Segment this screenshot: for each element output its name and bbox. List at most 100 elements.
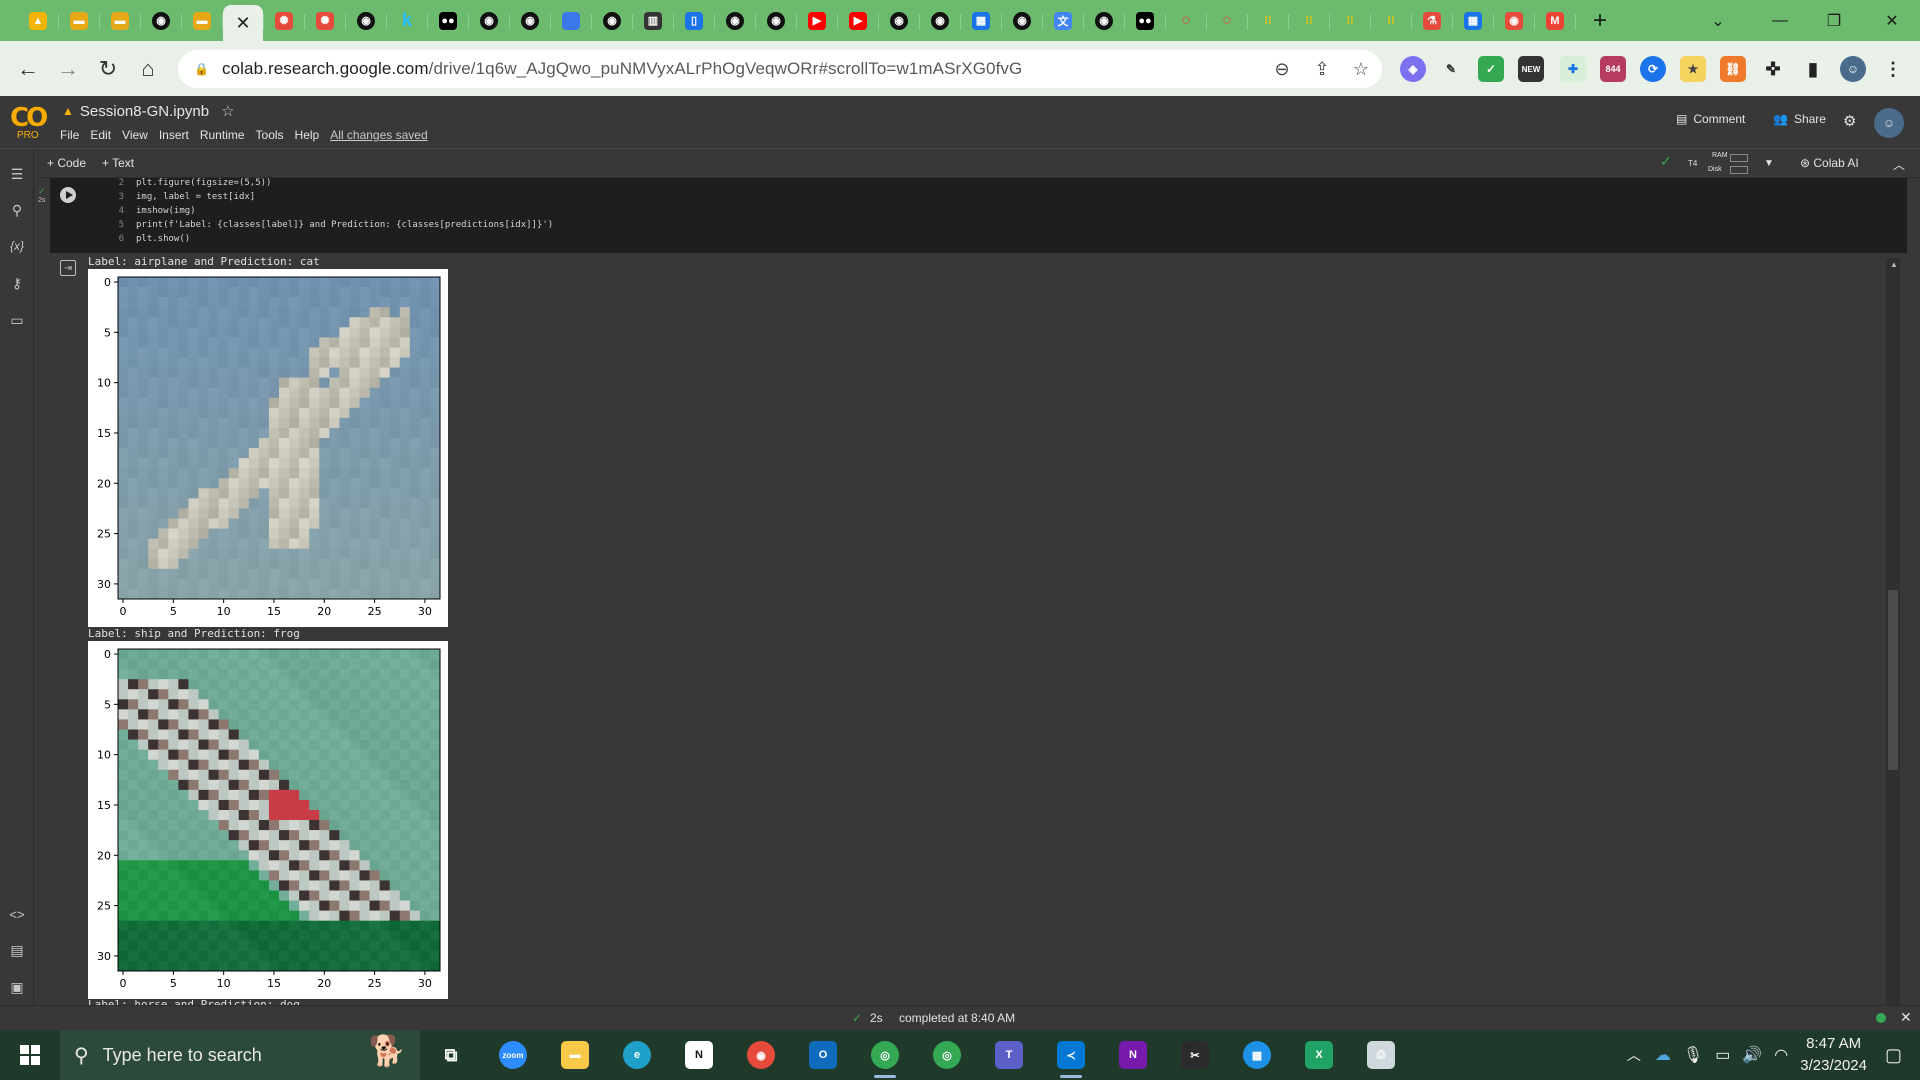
browser-tab[interactable]: ▦	[961, 5, 1002, 37]
extension-star-icon[interactable]: ★	[1680, 56, 1706, 82]
browser-tab[interactable]: ◉	[715, 5, 756, 37]
colab-logo[interactable]: CO PRO	[10, 103, 48, 141]
browser-tab[interactable]: ◉	[141, 5, 182, 37]
new-tab-button[interactable]: +	[1584, 5, 1616, 37]
taskbar-app[interactable]: N	[668, 1030, 730, 1080]
onedrive-icon[interactable]: ☁	[1655, 1045, 1671, 1065]
menu-tools[interactable]: Tools	[256, 128, 284, 142]
browser-tab[interactable]: ⁞⁞	[1371, 5, 1412, 37]
taskbar-app[interactable]: ◉	[730, 1030, 792, 1080]
start-button[interactable]	[0, 1030, 60, 1080]
taskbar-app[interactable]: ⎙	[1350, 1030, 1412, 1080]
bookmark-star-icon[interactable]: ☆	[1350, 58, 1372, 80]
tab-search-chevron-icon[interactable]: ⌄	[1690, 0, 1746, 41]
browser-tab[interactable]: ⁞⁞	[1289, 5, 1330, 37]
terminal-icon[interactable]: ▣	[7, 977, 27, 997]
browser-tab[interactable]: ⁞⁞	[1248, 5, 1289, 37]
taskbar-app[interactable]: X	[1288, 1030, 1350, 1080]
browser-tab[interactable]: ✺	[305, 5, 346, 37]
browser-tab[interactable]: ▬	[100, 5, 141, 37]
taskbar-app[interactable]: e	[606, 1030, 668, 1080]
add-code-button[interactable]: + Code	[47, 156, 86, 170]
menu-runtime[interactable]: Runtime	[200, 128, 245, 142]
add-text-button[interactable]: + Text	[102, 156, 134, 170]
disk-meter[interactable]	[1730, 166, 1748, 174]
ram-label[interactable]: RAM	[1712, 152, 1728, 159]
extension-plus-icon[interactable]: ✚	[1560, 56, 1586, 82]
menu-view[interactable]: View	[122, 128, 148, 142]
browser-tab[interactable]: ▶	[838, 5, 879, 37]
menu-insert[interactable]: Insert	[159, 128, 189, 142]
browser-tab[interactable]: ▬	[59, 5, 100, 37]
browser-tab[interactable]: ▶	[797, 5, 838, 37]
browser-tab[interactable]: ◉	[879, 5, 920, 37]
files-folder-icon[interactable]: ▭	[7, 310, 27, 330]
scroll-up-arrow-icon[interactable]: ▲	[1890, 260, 1898, 269]
browser-menu-icon[interactable]: ⋮	[1880, 56, 1906, 82]
browser-tab[interactable]: ○	[1166, 5, 1207, 37]
secrets-key-icon[interactable]: ⚷	[7, 273, 27, 293]
browser-tab[interactable]: ◉	[592, 5, 633, 37]
browser-tab[interactable]: ◉	[1084, 5, 1125, 37]
star-icon[interactable]: ☆	[221, 102, 234, 120]
taskbar-app[interactable]: O	[792, 1030, 854, 1080]
code-cell[interactable]	[50, 178, 1907, 253]
share-page-icon[interactable]: ⇪	[1311, 58, 1333, 80]
notifications-icon[interactable]: ▢	[1885, 1045, 1902, 1066]
battery-icon[interactable]: ▭	[1715, 1045, 1730, 1065]
browser-tab[interactable]: ✕	[223, 5, 264, 41]
extension-badge-icon[interactable]: 844	[1600, 56, 1626, 82]
url-bar[interactable]: 🔒 colab.research.google.com/drive/1q6w_A…	[178, 50, 1382, 88]
browser-tab[interactable]: ◉	[469, 5, 510, 37]
browser-tab[interactable]: k	[387, 5, 428, 37]
browser-tab[interactable]: ●●	[428, 5, 469, 37]
taskbar-app[interactable]: T	[978, 1030, 1040, 1080]
back-button[interactable]: ←	[8, 49, 48, 89]
home-button[interactable]: ⌂	[128, 49, 168, 89]
output-actions-icon[interactable]: ⇥	[60, 260, 76, 276]
extension-shield-icon[interactable]: ✓	[1478, 56, 1504, 82]
menu-file[interactable]: File	[60, 128, 79, 142]
close-window-button[interactable]: ✕	[1864, 0, 1920, 41]
status-close-icon[interactable]: ✕	[1900, 1009, 1912, 1026]
account-avatar[interactable]: ☺	[1874, 108, 1904, 138]
reload-button[interactable]: ↻	[88, 49, 128, 89]
taskbar-app[interactable]: ▬	[544, 1030, 606, 1080]
extension-copilot-icon[interactable]: ◈	[1400, 56, 1426, 82]
extension-sync-icon[interactable]: ⟳	[1640, 56, 1666, 82]
browser-tab[interactable]: ◉	[510, 5, 551, 37]
taskbar-app[interactable]: ⧉	[420, 1030, 482, 1080]
close-icon[interactable]: ✕	[235, 13, 250, 34]
side-panel-icon[interactable]: ▮	[1800, 56, 1826, 82]
taskbar-app[interactable]: N	[1102, 1030, 1164, 1080]
browser-tab[interactable]: ▥	[633, 5, 674, 37]
browser-tab[interactable]: ◉	[920, 5, 961, 37]
taskbar-app[interactable]: ▦	[1226, 1030, 1288, 1080]
volume-icon[interactable]: 🔊	[1742, 1045, 1762, 1065]
disk-label[interactable]: Disk	[1708, 166, 1722, 173]
settings-gear-icon[interactable]: ⚙	[1843, 112, 1856, 130]
saved-status[interactable]: All changes saved	[330, 128, 427, 142]
browser-tab[interactable]: 文	[1043, 5, 1084, 37]
browser-tab[interactable]: ▬	[182, 5, 223, 37]
browser-tab[interactable]: ✺	[264, 5, 305, 37]
share-button[interactable]: 👥 Share	[1773, 112, 1826, 126]
code-snippets-icon[interactable]: <>	[7, 904, 27, 924]
command-palette-icon[interactable]: ▤	[7, 940, 27, 960]
wifi-icon[interactable]: ◠	[1774, 1045, 1788, 1065]
taskbar-app[interactable]: ◎	[854, 1030, 916, 1080]
clock[interactable]: 8:47 AM 3/23/2024	[1800, 1033, 1867, 1077]
taskbar-app[interactable]: ◎	[916, 1030, 978, 1080]
minimize-button[interactable]: —	[1752, 0, 1808, 41]
forward-button[interactable]: →	[48, 49, 88, 89]
variables-icon[interactable]: {x}	[7, 236, 27, 256]
status-completed-text[interactable]: completed at 8:40 AM	[899, 1011, 1015, 1025]
taskbar-search-box[interactable]: ⚲ Type here to search 🐕	[60, 1030, 420, 1080]
tray-overflow-chevron-icon[interactable]: ︿	[1627, 1045, 1641, 1065]
runtime-dropdown-icon[interactable]: ▼	[1764, 158, 1774, 169]
notebook-name[interactable]: Session8-GN.ipynb	[80, 103, 209, 120]
browser-tab[interactable]: ●●	[1125, 5, 1166, 37]
extension-link-icon[interactable]: ⛓	[1720, 56, 1746, 82]
extensions-puzzle-icon[interactable]: ✜	[1760, 56, 1786, 82]
colab-ai-button[interactable]: ⊛ Colab AI	[1800, 156, 1859, 170]
